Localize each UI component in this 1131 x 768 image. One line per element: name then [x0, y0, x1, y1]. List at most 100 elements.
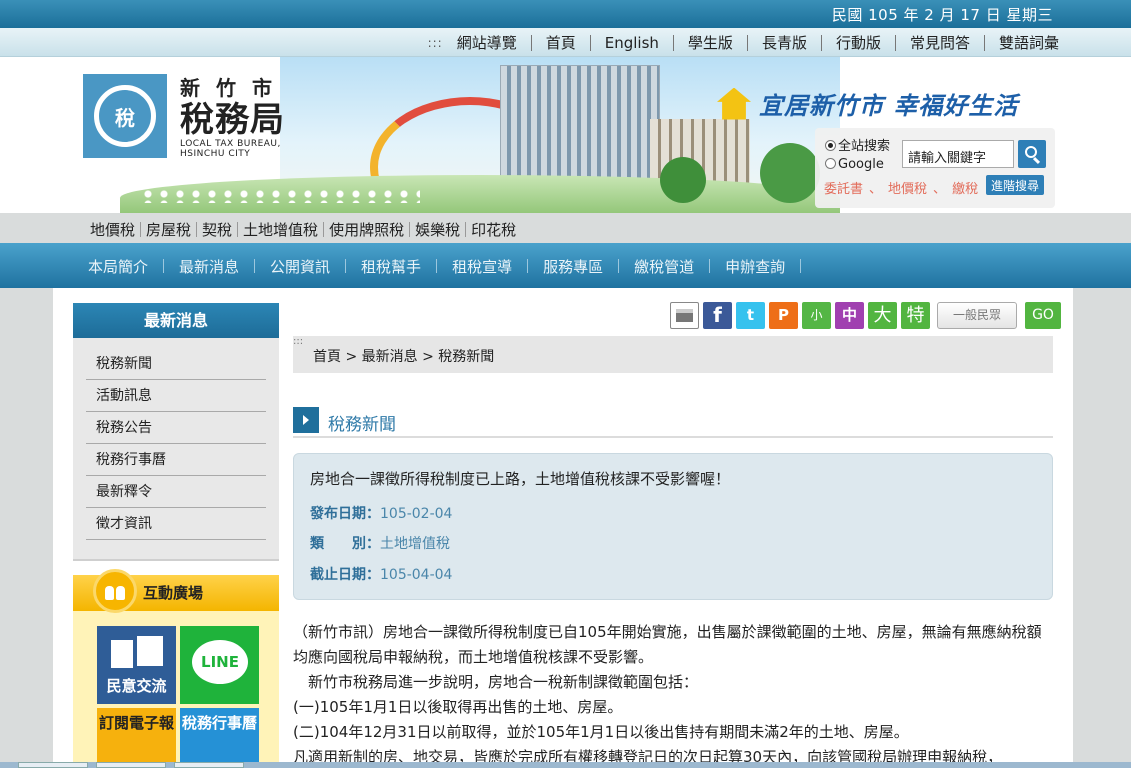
- interaction-plaza: 互動廣場 民意交流 LINE 訂閱電子報 稅務行事曆: [73, 569, 279, 768]
- topnav-home[interactable]: 首頁: [546, 32, 576, 53]
- plurk-icon[interactable]: P: [769, 302, 798, 329]
- arrow-right-icon: [293, 407, 319, 433]
- tax-stamp[interactable]: 印花稅: [471, 219, 516, 240]
- nav-tax-helper[interactable]: 租稅幫手: [361, 256, 421, 277]
- tax-house[interactable]: 房屋稅: [146, 219, 191, 240]
- chat-icon: [111, 640, 133, 668]
- banner-flowers: [140, 189, 420, 203]
- topnav-faq[interactable]: 常見問答: [910, 32, 970, 53]
- news-title: 房地合一課徵所得稅制度已上路，土地增值稅核課不受影響喔！: [310, 470, 731, 488]
- sidebar-item-tax-news[interactable]: 稅務新聞: [86, 348, 266, 380]
- publish-date-label: 發布日期：: [310, 506, 380, 522]
- public-opinion-tile[interactable]: 民意交流: [97, 626, 176, 704]
- sidebar-item-rulings[interactable]: 最新釋令: [86, 476, 266, 508]
- taskbar-tab[interactable]: [18, 762, 88, 768]
- font-small-button[interactable]: 小: [802, 302, 831, 329]
- article-paragraph: （新竹市訊）房地合一課徵所得稅制度已自105年開始實施，出售屬於課徵範圍的土地、…: [293, 623, 1042, 666]
- section-title: 稅務新聞: [328, 415, 396, 435]
- radio-icon: [825, 158, 836, 169]
- audience-mode-select[interactable]: 一般民眾: [937, 302, 1017, 329]
- breadcrumb-text[interactable]: 首頁 > 最新消息 > 稅務新聞: [313, 346, 494, 366]
- search-button[interactable]: [1018, 140, 1046, 168]
- print-icon[interactable]: [670, 302, 699, 329]
- nav-tax-promotion[interactable]: 租稅宣導: [452, 256, 512, 277]
- newsletter-tile[interactable]: 訂閱電子報: [97, 708, 176, 768]
- logo-bureau: 稅務局: [180, 100, 285, 140]
- banner-tree: [660, 157, 706, 203]
- accesskey-dots[interactable]: :::: [428, 36, 443, 50]
- people-icon: [93, 569, 137, 613]
- nav-services[interactable]: 服務專區: [543, 256, 603, 277]
- logo-en-line2: HSINCHU CITY: [180, 149, 251, 159]
- tax-deed[interactable]: 契稅: [202, 219, 232, 240]
- nav-about[interactable]: 本局簡介: [88, 256, 148, 277]
- tax-land-increment[interactable]: 土地增值稅: [243, 219, 318, 240]
- bureau-logo-icon[interactable]: 稅: [83, 74, 167, 158]
- logo-en-line1: LOCAL TAX BUREAU,: [180, 139, 281, 149]
- twitter-icon[interactable]: t: [736, 302, 765, 329]
- topnav-senior[interactable]: 長青版: [762, 32, 807, 53]
- category-label: 類 別：: [310, 536, 380, 552]
- nav-public-info[interactable]: 公開資訊: [270, 256, 330, 277]
- sidebar-menu: 最新消息 稅務新聞 活動訊息 稅務公告 稅務行事曆 最新釋令 徵才資訊: [73, 303, 279, 561]
- banner-building: [500, 65, 660, 193]
- tax-calendar-tile[interactable]: 稅務行事曆: [180, 708, 259, 768]
- quick-link-land-tax[interactable]: 地價稅: [888, 182, 927, 197]
- section-header: 稅務新聞: [293, 407, 1053, 438]
- top-date-bar: 民國 105 年 2 月 17 日 星期三: [0, 0, 1131, 28]
- taskbar-strip: [0, 762, 1131, 768]
- publish-date-value: 105-02-04: [380, 506, 453, 522]
- deadline-label: 截止日期：: [310, 567, 380, 583]
- search-option-google[interactable]: Google: [825, 156, 890, 174]
- search-input[interactable]: 請輸入關鍵字: [902, 140, 1014, 168]
- sidebar-title: 最新消息: [73, 303, 279, 338]
- sidebar-item-events[interactable]: 活動訊息: [86, 380, 266, 412]
- facebook-icon[interactable]: f: [703, 302, 732, 329]
- tax-land-value[interactable]: 地價稅: [90, 219, 135, 240]
- article-paragraph: (一)105年1月1日以後取得再出售的土地、房屋。: [293, 698, 623, 716]
- quick-link-pay-tax[interactable]: 繳稅: [952, 182, 978, 197]
- line-icon: LINE: [192, 640, 248, 684]
- article-paragraph: 新竹市稅務局進一步說明，房地合一稅新制課徵範圍包括：: [293, 673, 699, 691]
- banner-tree: [760, 143, 820, 203]
- nav-application-query[interactable]: 申辦查詢: [725, 256, 785, 277]
- city-slogan: 宜居新竹市 幸福好生活: [717, 86, 1018, 121]
- logo-city: 新竹市: [180, 76, 288, 100]
- sidebar-item-tax-calendar[interactable]: 稅務行事曆: [86, 444, 266, 476]
- article-body: （新竹市訊）房地合一課徵所得稅制度已自105年開始實施，出售屬於課徵範圍的土地、…: [293, 620, 1053, 768]
- radio-icon: [825, 140, 836, 151]
- tax-type-bar: 地價稅 房屋稅 契稅 土地增值稅 使用牌照稅 娛樂稅 印花稅: [0, 213, 1131, 243]
- bureau-logo-text[interactable]: 新竹市 稅務局 LOCAL TAX BUREAU, HSINCHU CITY: [180, 72, 288, 159]
- line-tile[interactable]: LINE: [180, 626, 259, 704]
- topnav-mobile[interactable]: 行動版: [836, 32, 881, 53]
- tax-amusement[interactable]: 娛樂稅: [415, 219, 460, 240]
- house-icon: [717, 87, 751, 120]
- deadline-value: 105-04-04: [380, 567, 453, 583]
- news-summary-box: 房地合一課徵所得稅制度已上路，土地增值稅核課不受影響喔！ 發布日期：105-02…: [293, 453, 1053, 600]
- quick-link-proxy[interactable]: 委託書: [824, 182, 863, 197]
- taskbar-tab[interactable]: [174, 762, 244, 768]
- nav-payment-channels[interactable]: 繳稅管道: [634, 256, 694, 277]
- topnav-english[interactable]: English: [605, 34, 659, 52]
- breadcrumb: ::: 首頁 > 最新消息 > 稅務新聞: [293, 336, 1053, 373]
- advanced-search-button[interactable]: 進階搜尋: [986, 175, 1045, 195]
- font-large-button[interactable]: 大: [868, 302, 897, 329]
- font-medium-button[interactable]: 中: [835, 302, 864, 329]
- search-option-site[interactable]: 全站搜索: [825, 138, 890, 156]
- font-special-button[interactable]: 特: [901, 302, 930, 329]
- nav-news[interactable]: 最新消息: [179, 256, 239, 277]
- main-navigation: 本局簡介 最新消息 公開資訊 租稅幫手 租稅宣導 服務專區 繳稅管道 申辦查詢: [0, 243, 1131, 288]
- search-panel: 全站搜索 Google 請輸入關鍵字 委託書、地價稅、繳稅 進階搜尋: [815, 128, 1055, 208]
- breadcrumb-dots: :::: [293, 336, 304, 347]
- category-value: 土地增值稅: [380, 536, 450, 552]
- topnav-sitemap[interactable]: 網站導覽: [457, 32, 517, 53]
- top-navigation: ::: 網站導覽 首頁 English 學生版 長青版 行動版 常見問答 雙語詞…: [0, 28, 1131, 57]
- sidebar-item-recruitment[interactable]: 徵才資訊: [86, 508, 266, 540]
- topnav-student[interactable]: 學生版: [688, 32, 733, 53]
- go-button[interactable]: GO: [1025, 302, 1061, 329]
- tax-vehicle-license[interactable]: 使用牌照稅: [329, 219, 404, 240]
- share-toolbar: f t P 小 中 大 特 一般民眾 GO: [670, 302, 1061, 329]
- sidebar-item-announcements[interactable]: 稅務公告: [86, 412, 266, 444]
- topnav-glossary[interactable]: 雙語詞彙: [999, 32, 1059, 53]
- taskbar-tab[interactable]: [96, 762, 166, 768]
